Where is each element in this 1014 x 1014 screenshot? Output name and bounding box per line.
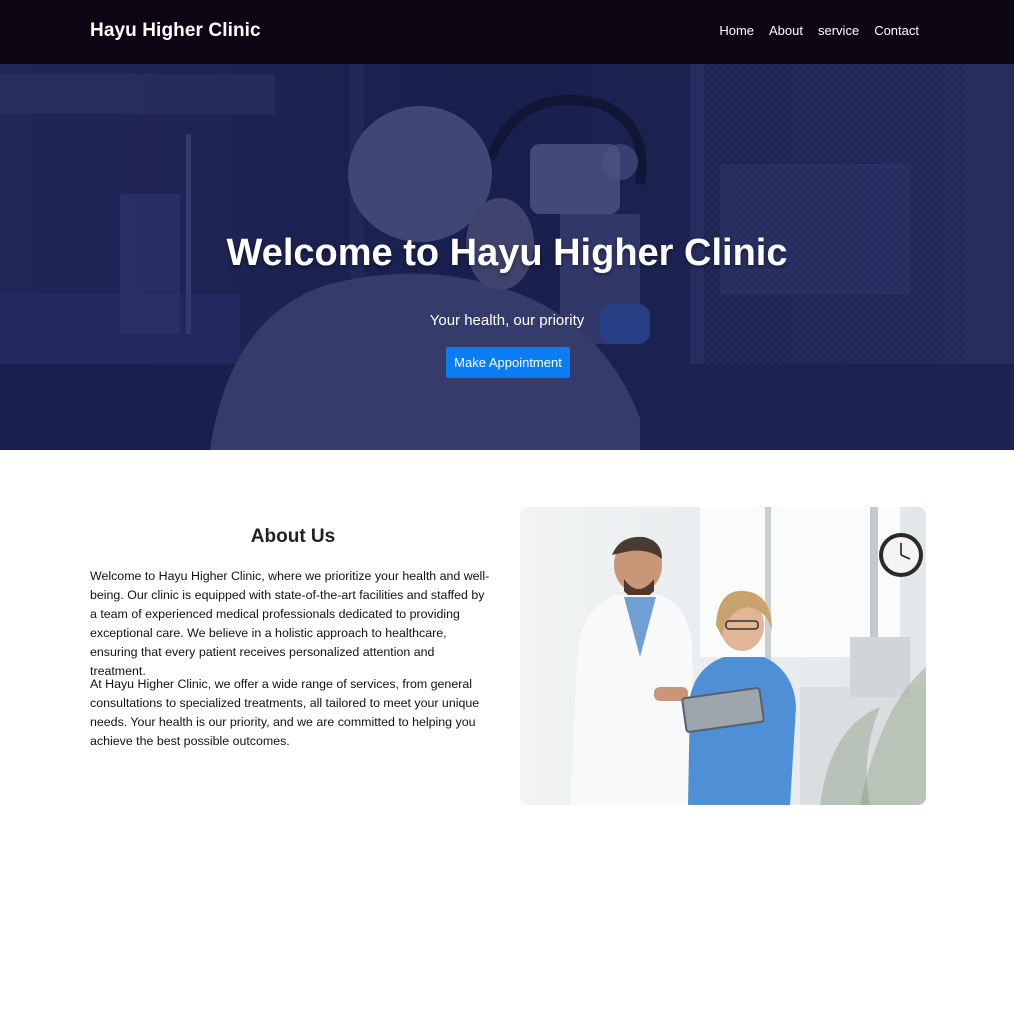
make-appointment-button[interactable]: Make Appointment xyxy=(446,347,570,378)
site-header: Hayu Higher Clinic Home About service Co… xyxy=(0,0,1014,64)
hero-title: Welcome to Hayu Higher Clinic xyxy=(226,232,788,274)
hero-subtitle: Your health, our priority xyxy=(429,312,585,329)
about-heading: About Us xyxy=(250,526,336,547)
nav-home-link[interactable]: Home xyxy=(719,23,754,38)
about-paragraph: Welcome to Hayu Higher Clinic, where we … xyxy=(90,569,490,678)
about-image xyxy=(520,507,926,805)
main-nav: Home About service Contact xyxy=(719,23,919,38)
site-brand[interactable]: Hayu Higher Clinic xyxy=(90,20,261,42)
doctor-nurse-photo xyxy=(520,507,926,805)
nav-about-link[interactable]: About xyxy=(769,23,803,38)
hero-section: Welcome to Hayu Higher Clinic Your healt… xyxy=(0,64,1014,450)
nav-service-link[interactable]: service xyxy=(818,23,859,38)
about-paragraph: At Hayu Higher Clinic, we offer a wide r… xyxy=(90,677,480,748)
nav-contact-link[interactable]: Contact xyxy=(874,23,919,38)
